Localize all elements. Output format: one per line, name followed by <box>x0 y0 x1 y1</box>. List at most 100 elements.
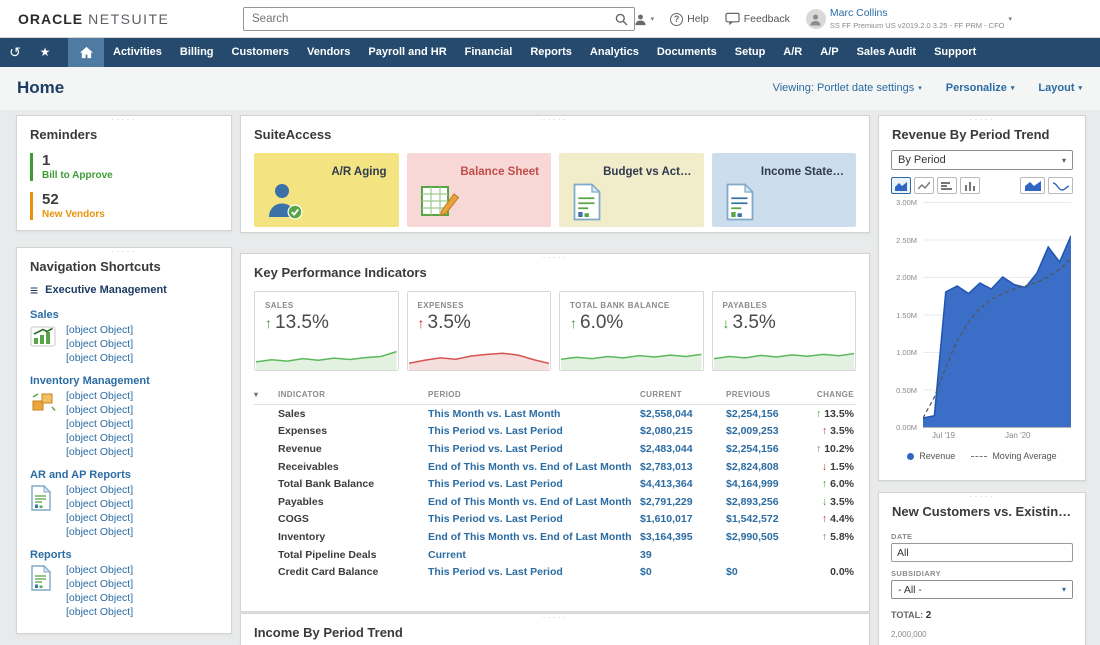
portlet-drag-handle[interactable] <box>112 249 137 254</box>
portlet-menu-caret-icon[interactable]: ▾ <box>254 390 278 399</box>
feedback-button[interactable]: Feedback <box>725 12 790 26</box>
kpi-period-link[interactable]: End of This Month vs. End of Last Month <box>428 461 640 473</box>
shortcut-group-header[interactable]: Sales <box>30 309 218 321</box>
help-button[interactable]: ? Help <box>670 13 709 26</box>
suiteaccess-tile[interactable]: A/R Aging <box>254 153 399 227</box>
kpi-period-link[interactable]: This Period vs. Last Period <box>428 513 640 525</box>
nav-menu-item[interactable]: Customers <box>223 38 298 67</box>
nav-menu-item[interactable]: Analytics <box>581 38 648 67</box>
kpi-card[interactable]: PAYABLES 3.5% <box>712 291 857 371</box>
kpi-card[interactable]: SALES 13.5% <box>254 291 399 371</box>
portlet-drag-handle[interactable] <box>970 494 995 499</box>
kpi-previous-link[interactable]: $2,254,156 <box>726 443 808 455</box>
kpi-period-link[interactable]: End of This Month vs. End of Last Month <box>428 496 640 508</box>
viewing-settings-link[interactable]: Viewing: Portlet date settings▾ <box>773 82 922 94</box>
kpi-period-link[interactable]: Current <box>428 549 640 561</box>
shortcuts-star-icon[interactable]: ★ <box>30 38 60 67</box>
netsuite-logo[interactable]: ORACLENETSUITE <box>18 11 169 27</box>
area-chart-type-button[interactable] <box>891 177 911 194</box>
kpi-current-link[interactable]: $4,413,364 <box>640 478 726 490</box>
suiteaccess-tile[interactable]: Income State… <box>712 153 857 227</box>
reminder-item[interactable]: 52 New Vendors <box>30 192 218 220</box>
personalize-link[interactable]: Personalize▾ <box>946 82 1015 94</box>
shortcut-group-header[interactable]: Reports <box>30 549 218 561</box>
kpi-table-row[interactable]: Total Bank Balance This Period vs. Last … <box>254 475 856 493</box>
shortcut-link[interactable]: [object Object] <box>66 526 133 539</box>
kpi-period-link[interactable]: This Period vs. Last Period <box>428 566 640 578</box>
search-icon[interactable] <box>608 13 634 26</box>
line-style-button[interactable] <box>1048 177 1073 194</box>
kpi-period-link[interactable]: This Month vs. Last Month <box>428 408 640 420</box>
nav-menu-item[interactable]: A/R <box>774 38 811 67</box>
shortcut-group-header[interactable]: Inventory Management <box>30 375 218 387</box>
kpi-current-link[interactable]: $3,164,395 <box>640 531 726 543</box>
kpi-current-link[interactable]: $2,080,215 <box>640 425 726 437</box>
shortcut-link[interactable]: [object Object] <box>66 432 133 445</box>
kpi-previous-link[interactable]: $1,542,572 <box>726 513 808 525</box>
area-style-button[interactable] <box>1020 177 1045 194</box>
nav-menu-item[interactable]: A/P <box>811 38 847 67</box>
recent-records-icon[interactable]: ↺ <box>0 38 30 67</box>
kpi-table-row[interactable]: COGS This Period vs. Last Period $1,610,… <box>254 511 856 529</box>
kpi-card[interactable]: TOTAL BANK BALANCE 6.0% <box>559 291 704 371</box>
column-chart-type-button[interactable] <box>960 177 980 194</box>
shortcut-link[interactable]: [object Object] <box>66 338 133 351</box>
nav-menu-item[interactable]: Activities <box>104 38 171 67</box>
shortcut-link[interactable]: [object Object] <box>66 324 133 337</box>
nav-menu-item[interactable]: Support <box>925 38 985 67</box>
kpi-previous-link[interactable]: $0 <box>726 566 808 578</box>
bar-chart-type-button[interactable] <box>937 177 957 194</box>
kpi-previous-link[interactable]: $4,164,999 <box>726 478 808 490</box>
nav-menu-item[interactable]: Billing <box>171 38 223 67</box>
nav-menu-item[interactable]: Reports <box>521 38 581 67</box>
search-input[interactable] <box>244 13 608 25</box>
shortcut-link[interactable]: [object Object] <box>66 564 133 577</box>
portlet-drag-handle[interactable] <box>543 117 568 122</box>
shortcut-link[interactable]: [object Object] <box>66 606 133 619</box>
kpi-table-row[interactable]: Revenue This Period vs. Last Period $2,4… <box>254 440 856 458</box>
user-menu[interactable]: Marc Collins SS FF Premium US v2019.2.0 … <box>806 8 1012 31</box>
roles-menu[interactable]: ▾ <box>634 13 655 26</box>
kpi-period-link[interactable]: This Period vs. Last Period <box>428 478 640 490</box>
suiteaccess-tile[interactable]: Budget vs Act… <box>559 153 704 227</box>
shortcut-link[interactable]: [object Object] <box>66 498 133 511</box>
kpi-current-link[interactable]: $2,558,044 <box>640 408 726 420</box>
layout-link[interactable]: Layout▾ <box>1038 82 1082 94</box>
shortcut-link[interactable]: [object Object] <box>66 484 133 497</box>
nav-menu-item[interactable]: Vendors <box>298 38 359 67</box>
shortcut-link[interactable]: [object Object] <box>66 418 133 431</box>
shortcut-group-header[interactable]: AR and AP Reports <box>30 469 218 481</box>
kpi-previous-link[interactable]: $2,893,256 <box>726 496 808 508</box>
portlet-drag-handle[interactable] <box>112 117 137 122</box>
kpi-card[interactable]: EXPENSES 3.5% <box>407 291 552 371</box>
shortcut-link[interactable]: [object Object] <box>66 404 133 417</box>
shortcut-link[interactable]: [object Object] <box>66 352 133 365</box>
kpi-current-link[interactable]: $2,483,044 <box>640 443 726 455</box>
portlet-drag-handle[interactable] <box>543 615 568 620</box>
kpi-table-row[interactable]: Expenses This Period vs. Last Period $2,… <box>254 423 856 441</box>
kpi-period-link[interactable]: This Period vs. Last Period <box>428 443 640 455</box>
kpi-current-link[interactable]: $2,791,229 <box>640 496 726 508</box>
kpi-previous-link[interactable]: $2,990,505 <box>726 531 808 543</box>
nav-menu-item[interactable]: Setup <box>726 38 775 67</box>
kpi-previous-link[interactable]: $2,009,253 <box>726 425 808 437</box>
shortcut-link[interactable]: [object Object] <box>66 592 133 605</box>
kpi-current-link[interactable]: $0 <box>640 566 726 578</box>
kpi-table-row[interactable]: Sales This Month vs. Last Month $2,558,0… <box>254 405 856 423</box>
nav-menu-item[interactable]: Financial <box>456 38 522 67</box>
kpi-current-link[interactable]: $1,610,017 <box>640 513 726 525</box>
shortcut-link[interactable]: [object Object] <box>66 512 133 525</box>
nav-menu-item[interactable]: Sales Audit <box>848 38 926 67</box>
nav-menu-item[interactable]: Payroll and HR <box>359 38 455 67</box>
portlet-drag-handle[interactable] <box>543 255 568 260</box>
date-input[interactable] <box>891 543 1073 562</box>
kpi-previous-link[interactable]: $2,254,156 <box>726 408 808 420</box>
kpi-current-link[interactable]: 39 <box>640 549 726 561</box>
kpi-period-link[interactable]: This Period vs. Last Period <box>428 425 640 437</box>
period-select[interactable]: By Period ▾ <box>891 150 1073 170</box>
suiteaccess-tile[interactable]: Balance Sheet <box>407 153 552 227</box>
line-chart-type-button[interactable] <box>914 177 934 194</box>
legend-moving-average[interactable]: Moving Average <box>971 451 1056 461</box>
kpi-period-link[interactable]: End of This Month vs. End of Last Month <box>428 531 640 543</box>
kpi-table-row[interactable]: Payables End of This Month vs. End of La… <box>254 493 856 511</box>
